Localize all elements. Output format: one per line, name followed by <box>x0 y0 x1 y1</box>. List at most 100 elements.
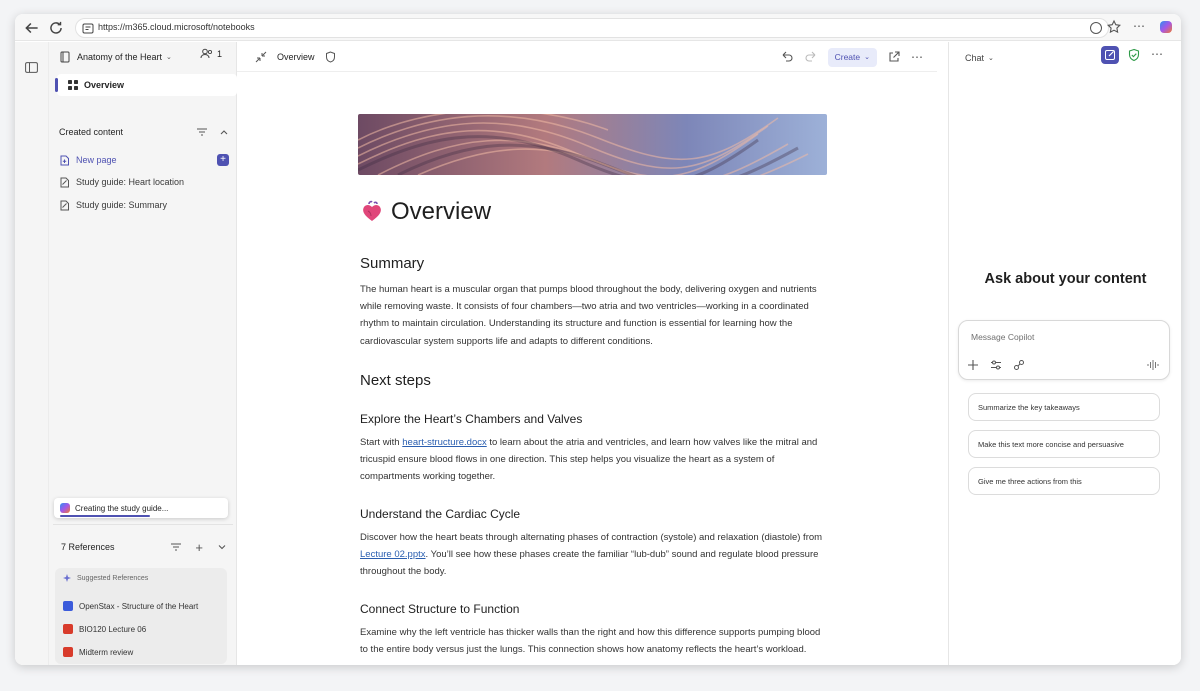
sidebar-item-label: Study guide: Heart location <box>76 177 185 187</box>
notebook-icon <box>60 51 70 63</box>
title-text: Overview <box>391 198 492 225</box>
link-icon[interactable] <box>1013 359 1025 371</box>
progress-toast: Creating the study guide... <box>54 498 228 518</box>
selected-indicator <box>55 78 58 92</box>
filter-icon[interactable] <box>197 128 207 136</box>
reference-item[interactable]: BIO120 Lecture 06 <box>63 621 146 637</box>
voice-icon[interactable] <box>1147 359 1159 371</box>
redo-icon[interactable] <box>804 50 818 64</box>
page-editor: Overview Create ⌄ ⋯ Overview Summary The… <box>237 42 948 665</box>
copilot-chat-pane: Chat ⌄ ⋯ Ask about your content Message … <box>948 42 1181 665</box>
notebook-title-button[interactable]: Anatomy of the Heart ⌄ <box>59 48 172 66</box>
step1-heading: Explore the Heart’s Chambers and Valves <box>360 412 583 426</box>
chevron-up-icon[interactable] <box>219 128 229 136</box>
suggestion-chip[interactable]: Give me three actions from this <box>968 467 1160 495</box>
suggestion-chip[interactable]: Make this text more concise and persuasi… <box>968 430 1160 458</box>
reference-item[interactable]: OpenStax - Structure of the Heart <box>63 598 198 614</box>
study-guide-icon <box>60 177 69 187</box>
powerpoint-file-icon <box>63 624 73 634</box>
create-button[interactable]: Create ⌄ <box>827 47 877 67</box>
sidebar-item-study-guide-heart-location[interactable]: Study guide: Heart location <box>59 172 229 192</box>
create-label: Create <box>834 52 861 62</box>
reference-label: OpenStax - Structure of the Heart <box>79 601 199 611</box>
more-options-icon[interactable]: ⋯ <box>1151 47 1163 61</box>
powerpoint-file-icon <box>63 647 73 657</box>
copilot-icon <box>60 503 70 513</box>
new-page-icon <box>60 155 69 165</box>
address-bar[interactable]: https://m365.cloud.microsoft/notebooks <box>75 18 1109 38</box>
browser-toolbar: https://m365.cloud.microsoft/notebooks ⋯ <box>15 14 1181 41</box>
page-toolbar: Overview Create ⌄ ⋯ <box>237 42 937 72</box>
section-heading: Created content <box>59 127 124 137</box>
sidebar-item-study-guide-summary[interactable]: Study guide: Summary <box>59 195 229 215</box>
people-icon <box>200 48 213 59</box>
web-reference-icon <box>63 601 73 611</box>
tracking-icon[interactable] <box>1090 22 1102 34</box>
step3-heading: Connect Structure to Function <box>360 602 520 616</box>
step3-paragraph: Examine why the left ventricle has thick… <box>360 627 821 656</box>
chevron-down-icon: ⌄ <box>864 54 870 61</box>
page-label: Overview <box>277 52 315 62</box>
sidebar-item-label: Overview <box>84 80 125 90</box>
summary-paragraph: The human heart is a muscular organ that… <box>360 284 817 347</box>
settings-sliders-icon[interactable] <box>990 359 1002 371</box>
reference-label: BIO120 Lecture 06 <box>79 624 147 634</box>
reference-item[interactable]: Midterm review <box>63 644 133 660</box>
chat-label: Chat <box>965 53 985 63</box>
new-chat-button[interactable] <box>1101 46 1119 64</box>
copilot-icon[interactable] <box>1158 19 1174 35</box>
step2-heading: Understand the Cardiac Cycle <box>360 507 521 521</box>
more-options-icon[interactable]: ⋯ <box>911 50 923 64</box>
created-content-header: Created content <box>59 124 229 140</box>
filter-icon[interactable] <box>171 543 182 551</box>
site-info-icon[interactable] <box>82 23 94 34</box>
chevron-down-icon[interactable] <box>217 543 227 551</box>
url-text: https://m365.cloud.microsoft/notebooks <box>98 22 255 32</box>
heart-structure-link[interactable]: heart-structure.docx <box>402 437 486 448</box>
references-header: 7 References + <box>61 539 227 555</box>
member-count: 1 <box>216 48 222 59</box>
refresh-icon[interactable] <box>47 19 65 37</box>
grid-icon <box>68 80 78 90</box>
suggestion-chip[interactable]: Summarize the key takeaways <box>968 393 1160 421</box>
chevron-down-icon: ⌄ <box>988 55 994 62</box>
sidebar-item-label: New page <box>76 155 117 165</box>
more-icon[interactable]: ⋯ <box>1133 19 1149 35</box>
study-guide-icon <box>60 200 69 210</box>
undo-icon[interactable] <box>780 50 794 64</box>
notebook-title: Anatomy of the Heart <box>77 52 163 62</box>
progress-bar <box>60 515 150 517</box>
reference-label: Midterm review <box>79 647 134 657</box>
references-list: Suggested References OpenStax - Structur… <box>55 568 227 664</box>
next-steps-heading: Next steps <box>360 372 431 389</box>
page-title: Overview <box>360 192 830 232</box>
message-input[interactable]: Message Copilot <box>958 320 1170 380</box>
compose-icon <box>1105 50 1115 60</box>
sidebar-item-label: Study guide: Summary <box>76 200 168 210</box>
sparkle-icon <box>63 574 71 582</box>
left-rail <box>15 42 49 665</box>
anatomical-heart-icon <box>363 200 381 221</box>
protected-shield-icon[interactable] <box>1127 48 1141 62</box>
summary-heading: Summary <box>360 255 425 272</box>
back-icon[interactable] <box>23 19 41 37</box>
toggle-sidebar-icon[interactable] <box>25 62 38 73</box>
members-button[interactable]: 1 <box>200 48 222 59</box>
suggested-references-label: Suggested References <box>63 574 148 582</box>
add-icon[interactable] <box>967 359 979 371</box>
share-icon[interactable] <box>887 50 901 64</box>
divider <box>53 524 233 525</box>
chat-mode-button[interactable]: Chat ⌄ <box>965 49 994 67</box>
notebook-sidebar: Anatomy of the Heart ⌄ 1 Overview Create… <box>49 42 237 665</box>
collapse-icon[interactable] <box>255 51 267 63</box>
lecture-02-link[interactable]: Lecture 02.pptx <box>360 549 426 560</box>
cover-image <box>358 114 827 175</box>
favorites-icon[interactable] <box>1106 19 1122 35</box>
browser-window: https://m365.cloud.microsoft/notebooks ⋯… <box>15 14 1181 665</box>
chat-heading: Ask about your content <box>984 271 1147 287</box>
add-page-button[interactable]: + <box>217 154 229 166</box>
sidebar-item-overview[interactable]: Overview <box>55 74 237 96</box>
add-reference-icon[interactable]: + <box>195 541 203 554</box>
shield-icon[interactable] <box>325 51 336 63</box>
sidebar-item-new-page[interactable]: New page + <box>59 150 229 170</box>
